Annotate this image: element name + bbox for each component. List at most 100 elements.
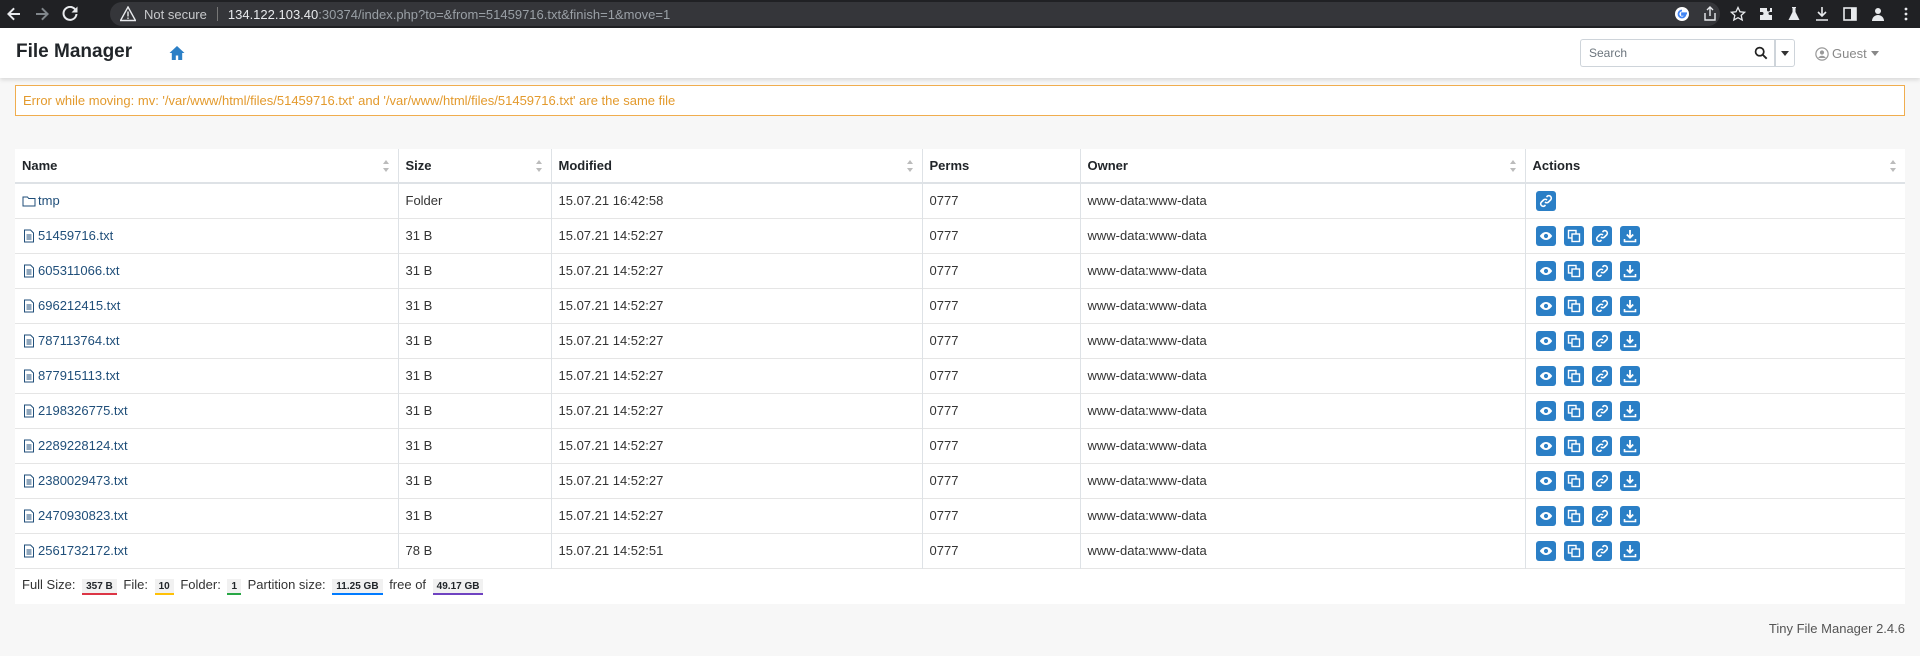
download-button[interactable]: [1619, 330, 1640, 351]
cell-actions: [1525, 427, 1905, 463]
view-button[interactable]: [1535, 330, 1556, 351]
cell-perms[interactable]: 0777: [922, 392, 1081, 428]
download-button[interactable]: [1619, 505, 1640, 526]
link-icon: [1595, 334, 1608, 347]
home-icon[interactable]: [168, 44, 186, 62]
bookmark-star-icon[interactable]: [1724, 0, 1752, 28]
cell-perms[interactable]: 0777: [922, 217, 1081, 253]
cell-perms[interactable]: 0777: [922, 287, 1081, 323]
app-title[interactable]: File Manager: [16, 41, 132, 63]
column-header-modified[interactable]: Modified: [551, 149, 923, 184]
browser-menu-icon[interactable]: [1892, 0, 1920, 28]
side-panel-icon[interactable]: [1836, 0, 1864, 28]
file-link[interactable]: 2561732172.txt: [38, 543, 128, 558]
download-button[interactable]: [1619, 470, 1640, 491]
forward-icon[interactable]: [28, 0, 56, 28]
direct-link-button[interactable]: [1591, 295, 1612, 316]
file-link[interactable]: 605311066.txt: [38, 263, 119, 278]
cell-modified: 15.07.21 14:52:27: [551, 427, 923, 463]
copy-button[interactable]: [1563, 470, 1584, 491]
direct-link-button[interactable]: [1591, 435, 1612, 456]
copy-button[interactable]: [1563, 505, 1584, 526]
copy-button[interactable]: [1563, 225, 1584, 246]
view-button[interactable]: [1535, 225, 1556, 246]
direct-link-button[interactable]: [1591, 260, 1612, 281]
share-icon[interactable]: [1696, 0, 1724, 28]
extensions-puzzle-icon[interactable]: [1752, 0, 1780, 28]
cell-size: 31 B: [398, 357, 552, 393]
cell-perms[interactable]: 0777: [922, 462, 1081, 498]
download-button[interactable]: [1619, 295, 1640, 316]
cell-perms[interactable]: 0777: [922, 532, 1081, 568]
download-button[interactable]: [1619, 400, 1640, 421]
file-link[interactable]: 696212415.txt: [38, 298, 120, 313]
back-icon[interactable]: [0, 0, 28, 28]
copy-button[interactable]: [1563, 330, 1584, 351]
view-button[interactable]: [1535, 295, 1556, 316]
column-header-size[interactable]: Size: [398, 149, 552, 184]
search-button[interactable]: [1747, 39, 1775, 67]
copy-button[interactable]: [1563, 400, 1584, 421]
download-button[interactable]: [1619, 225, 1640, 246]
download-icon[interactable]: [1808, 0, 1836, 28]
cell-owner: www-data:www-data: [1080, 322, 1526, 358]
file-link[interactable]: 2380029473.txt: [38, 473, 128, 488]
cell-owner: www-data:www-data: [1080, 392, 1526, 428]
view-button[interactable]: [1535, 260, 1556, 281]
direct-link-button[interactable]: [1591, 400, 1612, 421]
view-button[interactable]: [1535, 505, 1556, 526]
direct-link-button[interactable]: [1591, 505, 1612, 526]
cell-perms[interactable]: 0777: [922, 497, 1081, 533]
chevron-down-icon: [1781, 50, 1789, 56]
cell-perms[interactable]: 0777: [922, 427, 1081, 463]
search-input[interactable]: [1580, 39, 1747, 67]
copy-button[interactable]: [1563, 260, 1584, 281]
table-row: 877915113.txt 31 B 15.07.21 14:52:27 077…: [15, 357, 1905, 393]
cell-perms[interactable]: 0777: [922, 322, 1081, 358]
direct-link-button[interactable]: [1591, 225, 1612, 246]
reload-icon[interactable]: [56, 0, 84, 28]
copy-button[interactable]: [1563, 365, 1584, 386]
search-options-dropdown[interactable]: [1775, 39, 1795, 67]
file-link[interactable]: 2289228124.txt: [38, 438, 128, 453]
cell-perms[interactable]: 0777: [922, 357, 1081, 393]
download-button[interactable]: [1619, 365, 1640, 386]
file-link[interactable]: 51459716.txt: [38, 228, 113, 243]
file-link[interactable]: 787113764.txt: [38, 333, 119, 348]
version-label[interactable]: Tiny File Manager 2.4.6: [1769, 621, 1905, 636]
user-menu[interactable]: Guest: [1815, 46, 1879, 61]
direct-link-button[interactable]: [1535, 190, 1556, 211]
cell-name: 605311066.txt: [15, 252, 399, 288]
direct-link-button[interactable]: [1591, 470, 1612, 491]
direct-link-button[interactable]: [1591, 365, 1612, 386]
cell-modified: 15.07.21 14:52:27: [551, 392, 923, 428]
view-button[interactable]: [1535, 470, 1556, 491]
labs-flask-icon[interactable]: [1780, 0, 1808, 28]
download-button[interactable]: [1619, 435, 1640, 456]
search-icon: [1754, 46, 1767, 60]
download-button[interactable]: [1619, 540, 1640, 561]
address-bar[interactable]: Not secure 134.122.103.40:30374/index.ph…: [110, 2, 1720, 26]
file-link[interactable]: 2198326775.txt: [38, 403, 128, 418]
copy-button[interactable]: [1563, 435, 1584, 456]
download-button[interactable]: [1619, 260, 1640, 281]
column-header-actions[interactable]: Actions: [1525, 149, 1905, 184]
file-link[interactable]: 877915113.txt: [38, 368, 119, 383]
google-icon[interactable]: [1668, 0, 1696, 28]
direct-link-button[interactable]: [1591, 540, 1612, 561]
view-button[interactable]: [1535, 365, 1556, 386]
view-button[interactable]: [1535, 540, 1556, 561]
copy-button[interactable]: [1563, 540, 1584, 561]
folder-link[interactable]: tmp: [38, 193, 60, 208]
file-link[interactable]: 2470930823.txt: [38, 508, 128, 523]
view-button[interactable]: [1535, 400, 1556, 421]
copy-button[interactable]: [1563, 295, 1584, 316]
table-row: 605311066.txt 31 B 15.07.21 14:52:27 077…: [15, 252, 1905, 288]
direct-link-button[interactable]: [1591, 330, 1612, 351]
view-button[interactable]: [1535, 435, 1556, 456]
profile-icon[interactable]: [1864, 0, 1892, 28]
column-header-name[interactable]: Name: [15, 149, 399, 184]
cell-perms[interactable]: 0777: [922, 182, 1081, 218]
cell-perms[interactable]: 0777: [922, 252, 1081, 288]
column-header-owner[interactable]: Owner: [1080, 149, 1526, 184]
